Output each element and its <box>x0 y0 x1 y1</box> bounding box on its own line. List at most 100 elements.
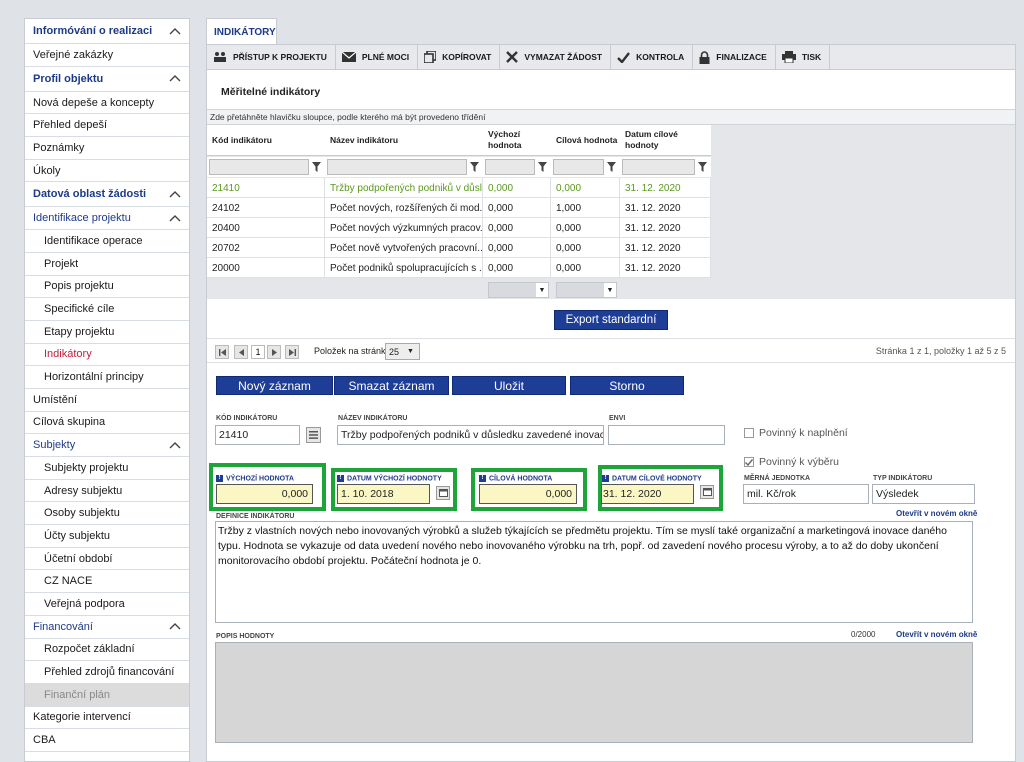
sidebar-item[interactable]: Kategorie intervencí <box>25 707 189 730</box>
column-header-cilova[interactable]: Cílová hodnota <box>551 125 620 156</box>
sidebar-item[interactable]: Finanční plán <box>25 683 189 707</box>
filter-input[interactable] <box>553 159 604 175</box>
sidebar-item[interactable]: Subjekty <box>25 434 189 457</box>
filter-icon[interactable] <box>309 159 323 175</box>
footer-dropdown[interactable]: ▼ <box>488 282 549 298</box>
check-button[interactable]: KONTROLA <box>611 45 694 69</box>
current-page[interactable]: 1 <box>251 345 265 359</box>
sidebar-item[interactable]: Etapy projektu <box>25 321 189 344</box>
filter-icon[interactable] <box>604 159 618 175</box>
delete-request-button[interactable]: VYMAZAT ŽÁDOST <box>500 45 612 69</box>
table-row[interactable]: 20000 Počet podniků spolupracujících s ..… <box>207 258 711 278</box>
sidebar-item[interactable]: Účty subjektu <box>25 525 189 548</box>
filter-input[interactable] <box>327 159 467 175</box>
table-row[interactable]: 20702 Počet nově vytvořených pracovní... 0… <box>207 238 711 258</box>
filter-input[interactable] <box>485 159 535 175</box>
filter-icon[interactable] <box>467 159 481 175</box>
chevron-up-icon[interactable] <box>161 19 189 43</box>
sidebar-item[interactable]: Cílová skupina <box>25 412 189 435</box>
chevron-up-icon[interactable] <box>161 67 189 91</box>
filter-input[interactable] <box>209 159 309 175</box>
sidebar-item[interactable]: Informóvání o realizaci <box>25 19 189 44</box>
open-new-window-link[interactable]: Otevřít v novém okně <box>896 630 977 639</box>
sidebar-item[interactable]: Subjekty projektu <box>25 457 189 480</box>
checkbox-box[interactable] <box>744 428 754 438</box>
new-record-button[interactable]: Nový záznam <box>216 376 333 395</box>
sidebar-item[interactable]: Přehled depeší <box>25 114 189 138</box>
chevron-up-icon[interactable] <box>161 434 189 456</box>
cilova-field[interactable]: 0,000 <box>479 484 577 504</box>
sidebar-item[interactable]: Přehled zdrojů financování <box>25 661 189 684</box>
column-header-datum[interactable]: Datum cílové hodnoty <box>620 125 711 156</box>
tab-indikatory[interactable]: INDIKÁTORY <box>206 18 277 45</box>
povinny-naplneni-checkbox[interactable]: Povinný k naplnění <box>744 427 848 439</box>
calendar-icon[interactable] <box>436 486 450 500</box>
sidebar-item[interactable]: Adresy subjektu <box>25 480 189 503</box>
filter-vychozi[interactable] <box>483 157 551 177</box>
sidebar-item[interactable]: Financování <box>25 616 189 639</box>
export-standard-button[interactable]: Export standardní <box>554 310 668 330</box>
print-button[interactable]: TISK <box>776 45 831 69</box>
sidebar-item[interactable]: Datová oblast žádosti <box>25 182 189 208</box>
povinny-vyberu-checkbox[interactable]: Povinný k výběru <box>744 456 839 468</box>
table-row[interactable]: 21410 Tržby podpořených podniků v důsled 0… <box>207 178 711 198</box>
sidebar-item[interactable]: Umístění <box>25 389 189 412</box>
chevron-up-icon[interactable] <box>161 616 189 638</box>
sidebar-item[interactable]: Úkoly <box>25 160 189 183</box>
popis-textarea[interactable] <box>215 642 973 743</box>
sidebar-item[interactable]: Osoby subjektu <box>25 502 189 526</box>
sidebar-item[interactable]: Identifikace projektu <box>25 207 189 231</box>
sidebar-item[interactable]: Veřejné zakázky <box>25 44 189 67</box>
sidebar-item[interactable]: Specifické cíle <box>25 298 189 321</box>
sidebar-item[interactable]: CZ NACE <box>25 570 189 594</box>
filter-icon[interactable] <box>535 159 549 175</box>
open-new-window-link[interactable]: Otevřít v novém okně <box>896 509 977 518</box>
sidebar-item[interactable]: Poznámky <box>25 137 189 160</box>
prev-page-button[interactable] <box>234 345 248 359</box>
envi-field[interactable] <box>608 425 725 445</box>
per-page-select[interactable]: 25 ▼ <box>385 343 420 360</box>
table-row[interactable]: 20400 Počet nových výzkumných pracov... 0,… <box>207 218 711 238</box>
save-button[interactable]: Uložit <box>452 376 566 395</box>
chevron-up-icon[interactable] <box>161 207 189 229</box>
footer-dropdown[interactable]: ▼ <box>556 282 617 298</box>
delete-record-button[interactable]: Smazat záznam <box>334 376 449 395</box>
filter-input[interactable] <box>622 159 695 175</box>
finalize-button[interactable]: FINALIZACE <box>693 45 776 69</box>
merna-field[interactable]: mil. Kč/rok <box>743 484 869 504</box>
power-of-attorney-button[interactable]: PLNÉ MOCI <box>336 45 419 69</box>
sidebar-item[interactable]: Veřejná podpora <box>25 593 189 616</box>
first-page-button[interactable] <box>215 345 229 359</box>
next-page-button[interactable] <box>267 345 281 359</box>
vychozi-field[interactable]: 0,000 <box>216 484 313 504</box>
filter-cilova[interactable] <box>551 157 620 177</box>
calendar-icon[interactable] <box>700 485 714 499</box>
sidebar-item[interactable]: Horizontální principy <box>25 366 189 389</box>
sidebar-item[interactable]: Identifikace operace <box>25 230 189 253</box>
sidebar-item[interactable]: Rozpočet základní <box>25 639 189 662</box>
sidebar-item[interactable]: Nová depeše a koncepty <box>25 92 189 115</box>
filter-kod[interactable] <box>207 157 325 177</box>
access-project-button[interactable]: PŘÍSTUP K PROJEKTU <box>207 45 336 69</box>
filter-datum[interactable] <box>620 157 711 177</box>
filter-icon[interactable] <box>695 159 709 175</box>
sidebar-item[interactable]: CBA <box>25 729 189 752</box>
datum-cilove-field[interactable]: 31. 12. 2020 <box>601 484 694 504</box>
definice-textarea[interactable]: Tržby z vlastních nových nebo inovovanýc… <box>215 521 973 623</box>
column-header-kod[interactable]: Kód indikátoru <box>207 125 325 156</box>
datum-vychozi-field[interactable]: 1. 10. 2018 <box>337 484 430 504</box>
filter-nazev[interactable] <box>325 157 483 177</box>
sidebar-item[interactable]: Popis projektu <box>25 276 189 299</box>
kod-field[interactable]: 21410 <box>215 425 300 445</box>
cancel-button[interactable]: Storno <box>570 376 684 395</box>
sidebar-item[interactable]: Projekt <box>25 253 189 276</box>
column-header-nazev[interactable]: Název indikátoru <box>325 125 483 156</box>
table-row[interactable]: 24102 Počet nových, rozšířených či mod...… <box>207 198 711 218</box>
checkbox-box[interactable] <box>744 457 754 467</box>
chevron-up-icon[interactable] <box>161 182 189 206</box>
column-header-vychozi[interactable]: Výchozí hodnota <box>483 125 551 156</box>
copy-button[interactable]: KOPÍROVAT <box>418 45 501 69</box>
sidebar-item[interactable]: Účetní období <box>25 548 189 571</box>
sidebar-item[interactable]: Profil objektu <box>25 67 189 92</box>
last-page-button[interactable] <box>285 345 299 359</box>
